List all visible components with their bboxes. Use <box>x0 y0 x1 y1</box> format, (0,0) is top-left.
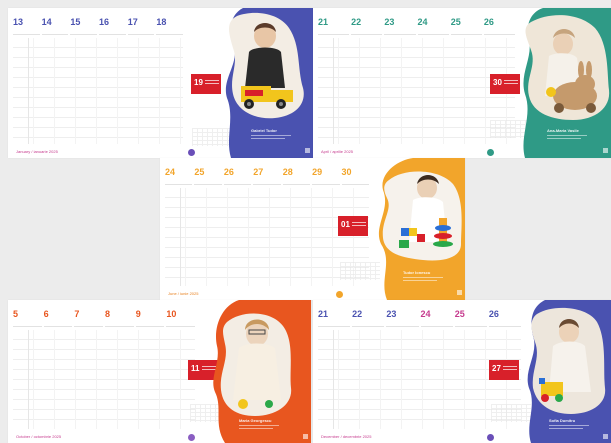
day-column: 28 <box>282 163 311 185</box>
day-column: 6 <box>43 305 73 327</box>
week-day-row: 21 22 23 24 25 26 <box>318 13 516 35</box>
day-column: 23 <box>386 305 419 327</box>
day-column: 24 <box>417 13 449 35</box>
day-column: 24 <box>165 163 193 185</box>
hour-rule <box>28 38 29 144</box>
date-marker: 01 <box>338 216 368 236</box>
day-column: 5 <box>13 305 42 327</box>
date-marker: 30 <box>490 74 520 94</box>
grid-columns <box>13 330 195 429</box>
day-column: 13 <box>13 13 40 35</box>
photo-caption: Tudor Ionescu <box>403 270 443 281</box>
day-column: 25 <box>450 13 482 35</box>
week-day-row: 5 6 7 8 9 10 <box>13 305 196 327</box>
day-column: 24 <box>420 305 453 327</box>
planner-spread-5: 21 22 23 24 25 26 27 December / decembri… <box>313 300 611 443</box>
photo-caption: Ana-Maria Vasile <box>547 128 587 139</box>
day-column: 23 <box>384 13 416 35</box>
day-column: 7 <box>74 305 104 327</box>
accent-dot <box>487 434 494 441</box>
day-column: 26 <box>483 13 516 35</box>
day-column: 16 <box>99 13 126 35</box>
month-footer: June / iunie 2025 <box>168 291 199 296</box>
day-column: 22 <box>352 305 385 327</box>
hour-rule <box>333 330 334 429</box>
day-column: 30 <box>341 163 369 185</box>
day-column: 10 <box>166 305 196 327</box>
hour-rule <box>333 38 334 144</box>
planner-spread-1: 13 14 15 16 17 18 19 January / ianuarie … <box>8 8 313 158</box>
accent-dot <box>336 291 343 298</box>
photo-panel: Ana-Maria Vasile <box>519 8 611 158</box>
photo-caption: Sofia Dumitru <box>549 418 589 429</box>
day-column: 27 <box>253 163 281 185</box>
accent-dot <box>188 149 195 156</box>
hour-rule <box>180 188 181 286</box>
day-column: 26 <box>223 163 252 185</box>
week-day-row: 13 14 15 16 17 18 <box>13 13 184 35</box>
month-footer: October / octombrie 2025 <box>16 434 62 439</box>
day-column: 26 <box>488 305 522 327</box>
photo-caption: Gabriel Tudor <box>251 128 291 139</box>
corner-mark <box>457 290 462 295</box>
day-column: 8 <box>105 305 134 327</box>
day-column: 17 <box>127 13 155 35</box>
photo-panel: Tudor Ionescu <box>373 158 465 300</box>
week-day-row: 24 25 26 27 28 29 30 <box>165 163 369 185</box>
photo-panel: Gabriel Tudor <box>223 8 313 158</box>
day-column: 21 <box>318 305 351 327</box>
grid-columns <box>165 188 369 286</box>
grid-columns <box>318 38 515 144</box>
planner-spread-3: 24 25 26 27 28 29 30 01 June / iunie 202… <box>160 158 465 300</box>
day-column: 25 <box>194 163 222 185</box>
month-footer: December / decembrie 2025 <box>321 434 372 439</box>
photo-panel: Maria Georgescu <box>199 300 311 443</box>
hour-rule <box>28 330 29 429</box>
month-footer: January / ianuarie 2025 <box>16 149 58 154</box>
day-column: 25 <box>454 305 487 327</box>
grid-columns <box>13 38 183 144</box>
week-day-row: 21 22 23 24 25 26 <box>318 305 522 327</box>
planner-spread-4: 5 6 7 8 9 10 11 October / octombrie 2025… <box>8 300 311 443</box>
day-column: 22 <box>351 13 383 35</box>
corner-mark <box>303 434 308 439</box>
photo-panel: Sofia Dumitru <box>525 300 611 443</box>
day-column: 29 <box>312 163 340 185</box>
date-marker: 27 <box>489 360 519 380</box>
planner-spread-2: 21 22 23 24 25 26 30 April / aprilie 202… <box>313 8 611 158</box>
date-marker: 19 <box>191 74 221 94</box>
day-column: 9 <box>135 305 165 327</box>
day-column: 15 <box>70 13 98 35</box>
corner-mark <box>603 434 608 439</box>
day-column: 21 <box>318 13 350 35</box>
accent-dot <box>188 434 195 441</box>
month-footer: April / aprilie 2025 <box>321 149 354 154</box>
accent-dot <box>487 149 494 156</box>
corner-mark <box>603 148 608 153</box>
day-column: 18 <box>156 13 184 35</box>
day-column: 14 <box>41 13 69 35</box>
photo-caption: Maria Georgescu <box>239 418 279 429</box>
corner-mark <box>305 148 310 153</box>
